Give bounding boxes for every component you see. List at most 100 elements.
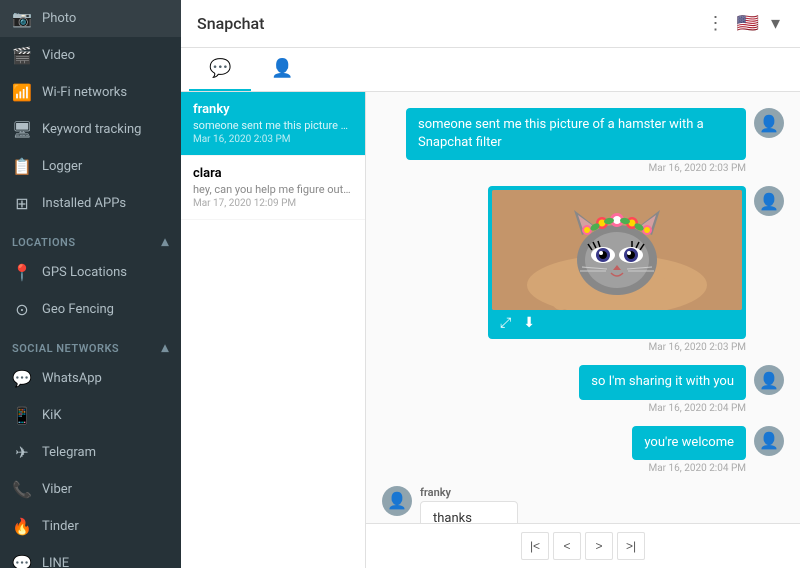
- sidebar-item-label: LINE: [42, 556, 69, 568]
- messages-area: someone sent me this picture of a hamste…: [366, 92, 800, 523]
- kik-icon: 📱: [12, 406, 32, 425]
- flag-dropdown-button[interactable]: ▾: [767, 9, 784, 38]
- person-icon: 👤: [759, 114, 779, 133]
- whatsapp-icon: 💬: [12, 369, 32, 388]
- header-actions: ⋮ 🇺🇸 ▾: [703, 9, 784, 38]
- sidebar-item-label: Wi-Fi networks: [42, 85, 127, 100]
- next-page-button[interactable]: >: [585, 532, 613, 560]
- convo-name: franky: [193, 102, 353, 117]
- avatar: 👤: [754, 426, 784, 456]
- sidebar-item-video[interactable]: 🎬 Video: [0, 37, 181, 74]
- chevron-up-icon: ▴: [161, 340, 169, 356]
- pagination: |< < > >|: [366, 523, 800, 568]
- sidebar-item-label: Geo Fencing: [42, 302, 114, 317]
- telegram-icon: ✈: [12, 443, 32, 462]
- message-bubble: so I'm sharing it with you: [579, 365, 746, 399]
- message-row: so I'm sharing it with you Mar 16, 2020 …: [382, 365, 784, 413]
- sidebar-item-viber[interactable]: 📞 Viber: [0, 471, 181, 508]
- section-social[interactable]: SOCIAL NETWORKS ▴: [0, 332, 181, 360]
- sidebar-item-keyword[interactable]: 🖥 Keyword tracking: [0, 111, 181, 148]
- person-icon: 👤: [759, 371, 779, 390]
- conversation-item-clara[interactable]: clara hey, can you help me figure out wh…: [181, 156, 365, 220]
- expand-button[interactable]: ⤢: [500, 314, 511, 331]
- content-area: franky someone sent me this picture of a…: [181, 92, 800, 568]
- sidebar-item-label: Logger: [42, 159, 82, 174]
- gps-icon: 📍: [12, 263, 32, 282]
- message-bubble: you're welcome: [632, 426, 746, 460]
- tabs-row: 💬 👤: [181, 48, 800, 92]
- message-bubble-group: someone sent me this picture of a hamste…: [406, 108, 746, 174]
- tab-chat[interactable]: 💬: [189, 48, 251, 91]
- sidebar-item-label: Tinder: [42, 519, 79, 534]
- sidebar-item-label: Telegram: [42, 445, 96, 460]
- message-row: 👤 franky thanks Mar 16, 2020 2:05 PM: [382, 486, 784, 523]
- message-time: Mar 16, 2020 2:04 PM: [649, 463, 747, 474]
- sidebar-item-gps[interactable]: 📍 GPS Locations: [0, 254, 181, 291]
- viber-icon: 📞: [12, 480, 32, 499]
- convo-name: clara: [193, 166, 353, 181]
- image-bubble: ⤢ ⬇: [488, 186, 746, 339]
- apps-icon: ⊞: [12, 194, 32, 213]
- last-page-button[interactable]: >|: [617, 532, 645, 560]
- avatar: 👤: [754, 186, 784, 216]
- message-bubble-group: ⤢ ⬇ Mar 16, 2020 2:03 PM: [488, 186, 746, 353]
- first-page-button[interactable]: |<: [521, 532, 549, 560]
- flag-icon: 🇺🇸: [737, 13, 759, 34]
- sidebar-item-whatsapp[interactable]: 💬 WhatsApp: [0, 360, 181, 397]
- video-icon: 🎬: [12, 46, 32, 65]
- message-row-image: ⤢ ⬇ Mar 16, 2020 2:03 PM 👤: [382, 186, 784, 353]
- page-title: Snapchat: [197, 14, 264, 33]
- convo-preview: hey, can you help me figure out what t..…: [193, 183, 353, 196]
- section-locations-label: LOCATIONS: [12, 236, 76, 249]
- avatar: 👤: [754, 108, 784, 138]
- tinder-icon: 🔥: [12, 517, 32, 536]
- chevron-up-icon: ▴: [161, 234, 169, 250]
- sidebar-item-label: Keyword tracking: [42, 122, 142, 137]
- avatar: 👤: [754, 365, 784, 395]
- sidebar-item-label: Video: [42, 48, 75, 63]
- sidebar-item-wifi[interactable]: 📶 Wi-Fi networks: [0, 74, 181, 111]
- person-icon: 👤: [759, 431, 779, 450]
- conversation-list: franky someone sent me this picture of a…: [181, 92, 366, 568]
- sidebar: 📷 Photo 🎬 Video 📶 Wi-Fi networks 🖥 Keywo…: [0, 0, 181, 568]
- wifi-icon: 📶: [12, 83, 32, 102]
- message-bubble: thanks: [420, 501, 518, 523]
- message-bubble: someone sent me this picture of a hamste…: [406, 108, 746, 160]
- image-content: [492, 190, 742, 310]
- message-sender: franky: [420, 486, 518, 499]
- convo-preview: someone sent me this picture of a h...: [193, 119, 353, 132]
- sidebar-item-label: Viber: [42, 482, 72, 497]
- avatar: 👤: [382, 486, 412, 516]
- sidebar-item-kik[interactable]: 📱 KiK: [0, 397, 181, 434]
- more-options-button[interactable]: ⋮: [703, 9, 729, 38]
- convo-time: Mar 17, 2020 12:09 PM: [193, 198, 353, 209]
- sidebar-item-tinder[interactable]: 🔥 Tinder: [0, 508, 181, 545]
- sidebar-item-telegram[interactable]: ✈ Telegram: [0, 434, 181, 471]
- sidebar-item-photo[interactable]: 📷 Photo: [0, 0, 181, 37]
- message-time: Mar 16, 2020 2:03 PM: [649, 163, 747, 174]
- sidebar-item-geofencing[interactable]: ⊙ Geo Fencing: [0, 291, 181, 328]
- tab-contacts[interactable]: 👤: [251, 48, 313, 91]
- line-icon: 💬: [12, 554, 32, 568]
- section-social-label: SOCIAL NETWORKS: [12, 342, 119, 355]
- section-locations[interactable]: LOCATIONS ▴: [0, 226, 181, 254]
- logger-icon: 📋: [12, 157, 32, 176]
- message-row: you're welcome Mar 16, 2020 2:04 PM 👤: [382, 426, 784, 474]
- prev-page-button[interactable]: <: [553, 532, 581, 560]
- sidebar-item-label: WhatsApp: [42, 371, 102, 386]
- image-actions: ⤢ ⬇: [492, 310, 742, 335]
- sidebar-item-apps[interactable]: ⊞ Installed APPs: [0, 185, 181, 222]
- download-button[interactable]: ⬇: [523, 314, 535, 331]
- sidebar-item-line[interactable]: 💬 LINE: [0, 545, 181, 568]
- person-icon: 👤: [759, 192, 779, 211]
- conversation-item-franky[interactable]: franky someone sent me this picture of a…: [181, 92, 365, 156]
- sidebar-item-label: GPS Locations: [42, 265, 127, 280]
- message-time: Mar 16, 2020 2:04 PM: [649, 403, 747, 414]
- geofencing-icon: ⊙: [12, 300, 32, 319]
- sidebar-item-logger[interactable]: 📋 Logger: [0, 148, 181, 185]
- convo-time: Mar 16, 2020 2:03 PM: [193, 134, 353, 145]
- sidebar-item-label: Installed APPs: [42, 196, 126, 211]
- sidebar-item-label: Photo: [42, 11, 76, 26]
- message-row: someone sent me this picture of a hamste…: [382, 108, 784, 174]
- message-bubble-group: so I'm sharing it with you Mar 16, 2020 …: [579, 365, 746, 413]
